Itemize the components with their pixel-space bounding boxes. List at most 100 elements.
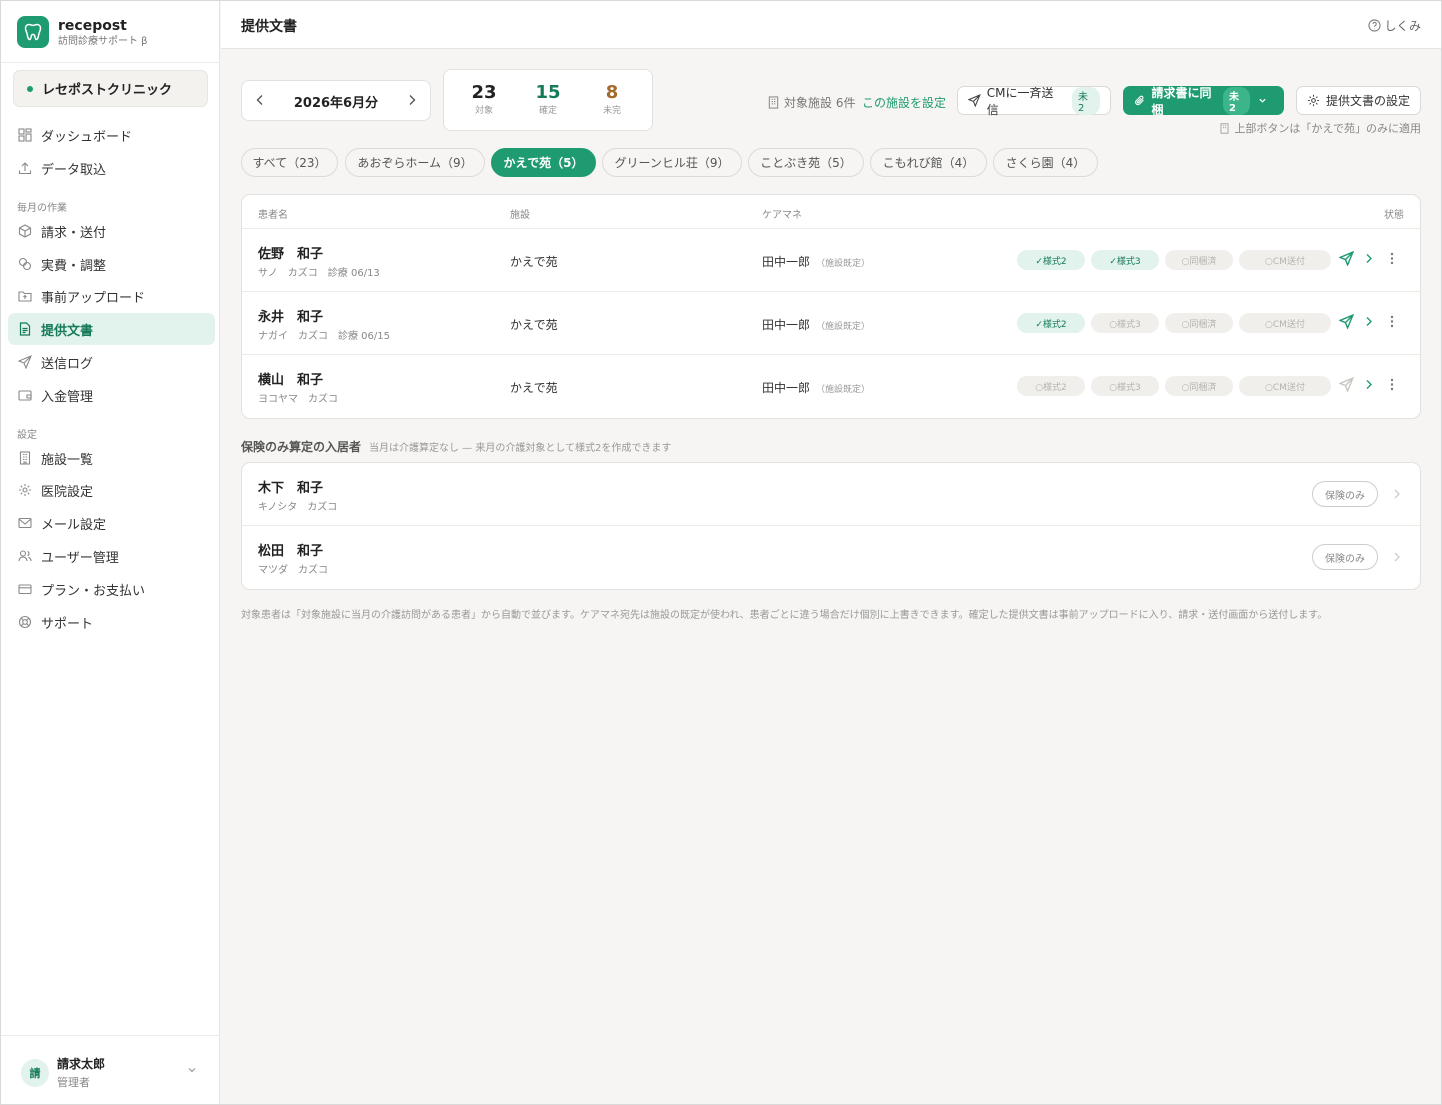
insurance-only-badge[interactable]: 保険のみ xyxy=(1312,544,1378,570)
cm-send-badge: 未2 xyxy=(1071,86,1101,115)
status-chip-form2[interactable]: ○様式2 xyxy=(1017,376,1085,396)
chevron-right-icon[interactable] xyxy=(1362,377,1376,396)
patient-facility: かえで苑 xyxy=(510,255,558,269)
patient-caremanager[interactable]: 田中一郎 （施設既定） xyxy=(762,379,870,396)
insurance-only-badge[interactable]: 保険のみ xyxy=(1312,481,1378,507)
status-chip-cm-sent[interactable]: ○CM送付 xyxy=(1239,313,1331,333)
filter-tab-kotobuki[interactable]: ことぶき苑（5） xyxy=(748,148,864,177)
sidebar-item-dashboard[interactable]: ダッシュボード xyxy=(8,119,215,151)
chevron-right-icon[interactable] xyxy=(1362,251,1376,270)
facility-settings-link[interactable]: この施設を設定 xyxy=(862,94,946,111)
status-chip-attached[interactable]: ○同梱済 xyxy=(1165,250,1233,270)
header-facility: 施設 xyxy=(510,210,530,221)
caremanager-name: 田中一郎 xyxy=(762,318,811,332)
status-chip-form3[interactable]: ✓様式3 xyxy=(1091,250,1159,270)
list-item[interactable]: 木下 和子 キノシタ カズコ 保険のみ xyxy=(242,463,1420,526)
sidebar-item-label: 事前アップロード xyxy=(41,290,146,306)
status-chip-cm-sent[interactable]: ○CM送付 xyxy=(1239,250,1331,270)
month-navigator: 2026年6月分 xyxy=(241,80,431,121)
table-row[interactable]: 永井 和子 ナガイ カズコ 診療 06/15 かえで苑 田中一郎 （施設既定） ✓… xyxy=(242,292,1420,355)
filter-tab-sakura[interactable]: さくら園（4） xyxy=(993,148,1098,177)
sidebar-item-billing[interactable]: 請求・送付 xyxy=(8,215,215,247)
user-menu[interactable]: 請 請求太郎 管理者 xyxy=(1,1035,220,1104)
sidebar-item-support[interactable]: サポート xyxy=(8,606,215,638)
filter-tab-greenhill[interactable]: グリーンヒル荘（9） xyxy=(602,148,742,177)
patient-kana: サノ カズコ 診療 06/13 xyxy=(258,268,380,279)
caremanager-note: （施設既定） xyxy=(816,322,871,332)
filter-tab-kaede[interactable]: かえで苑（5） xyxy=(491,148,596,177)
sidebar-item-mail-settings[interactable]: メール設定 xyxy=(8,507,215,539)
facility-count: 対象施設 6件 xyxy=(767,94,855,111)
sidebar-item-label: 施設一覧 xyxy=(41,452,94,468)
status-chip-cm-sent[interactable]: ○CM送付 xyxy=(1239,376,1331,396)
table-row[interactable]: 佐野 和子 サノ カズコ 診療 06/13 かえで苑 田中一郎 （施設既定） ✓様… xyxy=(242,229,1420,292)
clinic-selector[interactable]: レセポストクリニック xyxy=(13,70,208,107)
sidebar-item-facilities[interactable]: 施設一覧 xyxy=(8,442,215,474)
more-vertical-icon[interactable] xyxy=(1386,251,1398,270)
send-icon[interactable] xyxy=(1338,376,1355,396)
patient-name: 木下 和子 xyxy=(258,481,324,496)
chevron-down-icon[interactable] xyxy=(1258,94,1273,108)
sidebar-item-documents[interactable]: 提供文書 xyxy=(8,313,215,345)
stat-label: 対象 xyxy=(474,106,493,116)
sidebar-divider xyxy=(1,62,220,63)
gear-icon xyxy=(1307,94,1320,107)
stats-card: 23 対象 15 確定 8 未完 xyxy=(443,69,653,131)
patient-kana: ヨコヤマ カズコ xyxy=(258,394,338,405)
chevron-down-icon xyxy=(187,1064,197,1079)
sidebar-item-expenses[interactable]: 実費・調整 xyxy=(8,248,215,280)
users-icon xyxy=(17,548,33,564)
user-role: 管理者 xyxy=(57,1076,90,1089)
more-vertical-icon[interactable] xyxy=(1386,377,1398,396)
status-chip-form3[interactable]: ○様式3 xyxy=(1091,313,1159,333)
sidebar-item-label: 請求・送付 xyxy=(41,225,107,241)
table-row[interactable]: 横山 和子 ヨコヤマ カズコ かえで苑 田中一郎 （施設既定） ○様式2 ○様式3… xyxy=(242,355,1420,418)
status-chip-form2[interactable]: ✓様式2 xyxy=(1017,250,1085,270)
chevron-right-icon[interactable] xyxy=(1362,314,1376,333)
filter-tab-all[interactable]: すべて（23） xyxy=(241,148,338,177)
table-header: 患者名 施設 ケアマネ 状態 xyxy=(242,195,1420,229)
chevron-right-icon[interactable] xyxy=(404,92,420,112)
status-chip-attached[interactable]: ○同梱済 xyxy=(1165,376,1233,396)
send-icon xyxy=(968,94,981,107)
status-chip-attached[interactable]: ○同梱済 xyxy=(1165,313,1233,333)
sidebar-item-import[interactable]: データ取込 xyxy=(8,152,215,184)
brand[interactable]: recepost 訪問診療サポート β xyxy=(17,16,148,48)
attach-to-invoice-button[interactable]: 請求書に同梱 未2 xyxy=(1123,85,1284,117)
header-caremanager: ケアマネ xyxy=(762,210,802,221)
attach-label: 請求書に同梱 xyxy=(1151,85,1212,117)
sidebar-item-clinic-settings[interactable]: 医院設定 xyxy=(8,474,215,506)
sidebar-item-plan[interactable]: プラン・お支払い xyxy=(8,573,215,605)
chevron-right-icon[interactable] xyxy=(1392,487,1402,505)
sidebar-item-label: サポート xyxy=(41,616,94,632)
more-vertical-icon[interactable] xyxy=(1386,314,1398,333)
stat-label: 確定 xyxy=(538,106,557,116)
status-chip-form2[interactable]: ✓様式2 xyxy=(1017,313,1085,333)
paperclip-icon xyxy=(1135,95,1144,106)
nav-section-settings: 設定 xyxy=(17,430,37,441)
patient-kana: マツダ カズコ xyxy=(258,565,328,576)
list-item[interactable]: 松田 和子 マツダ カズコ 保険のみ xyxy=(242,526,1420,589)
cm-bulk-send-button[interactable]: CMに一斉送信 未2 xyxy=(957,86,1111,117)
send-icon[interactable] xyxy=(1338,250,1355,270)
patient-name: 佐野 和子 xyxy=(258,247,324,262)
sidebar-item-sendlog[interactable]: 送信ログ xyxy=(8,346,215,378)
building-icon xyxy=(768,96,779,109)
help-link[interactable]: しくみ xyxy=(1367,17,1421,34)
filter-tab-aozora[interactable]: あおぞらホーム（9） xyxy=(345,148,485,177)
send-icon[interactable] xyxy=(1338,313,1355,333)
filter-tab-komorebi[interactable]: こもれび館（4） xyxy=(870,148,987,177)
sidebar-item-users[interactable]: ユーザー管理 xyxy=(8,540,215,572)
toolbar-hint: 上部ボタンは「かえで苑」のみに適用 xyxy=(1219,120,1421,136)
sidebar-item-preupload[interactable]: 事前アップロード xyxy=(8,280,215,312)
patient-name: 永井 和子 xyxy=(258,310,324,325)
status-chip-form3[interactable]: ○様式3 xyxy=(1091,376,1159,396)
document-settings-button[interactable]: 提供文書の設定 xyxy=(1296,86,1421,115)
chevron-right-icon[interactable] xyxy=(1392,550,1402,568)
patient-caremanager[interactable]: 田中一郎 （施設既定） xyxy=(762,316,870,333)
sidebar-item-payments[interactable]: 入金管理 xyxy=(8,379,215,411)
sidebar-item-label: 送信ログ xyxy=(41,356,94,372)
patient-table: 患者名 施設 ケアマネ 状態 佐野 和子 サノ カズコ 診療 06/13 かえで… xyxy=(241,194,1421,419)
header-status: 状態 xyxy=(1384,210,1404,221)
patient-caremanager[interactable]: 田中一郎 （施設既定） xyxy=(762,253,870,270)
